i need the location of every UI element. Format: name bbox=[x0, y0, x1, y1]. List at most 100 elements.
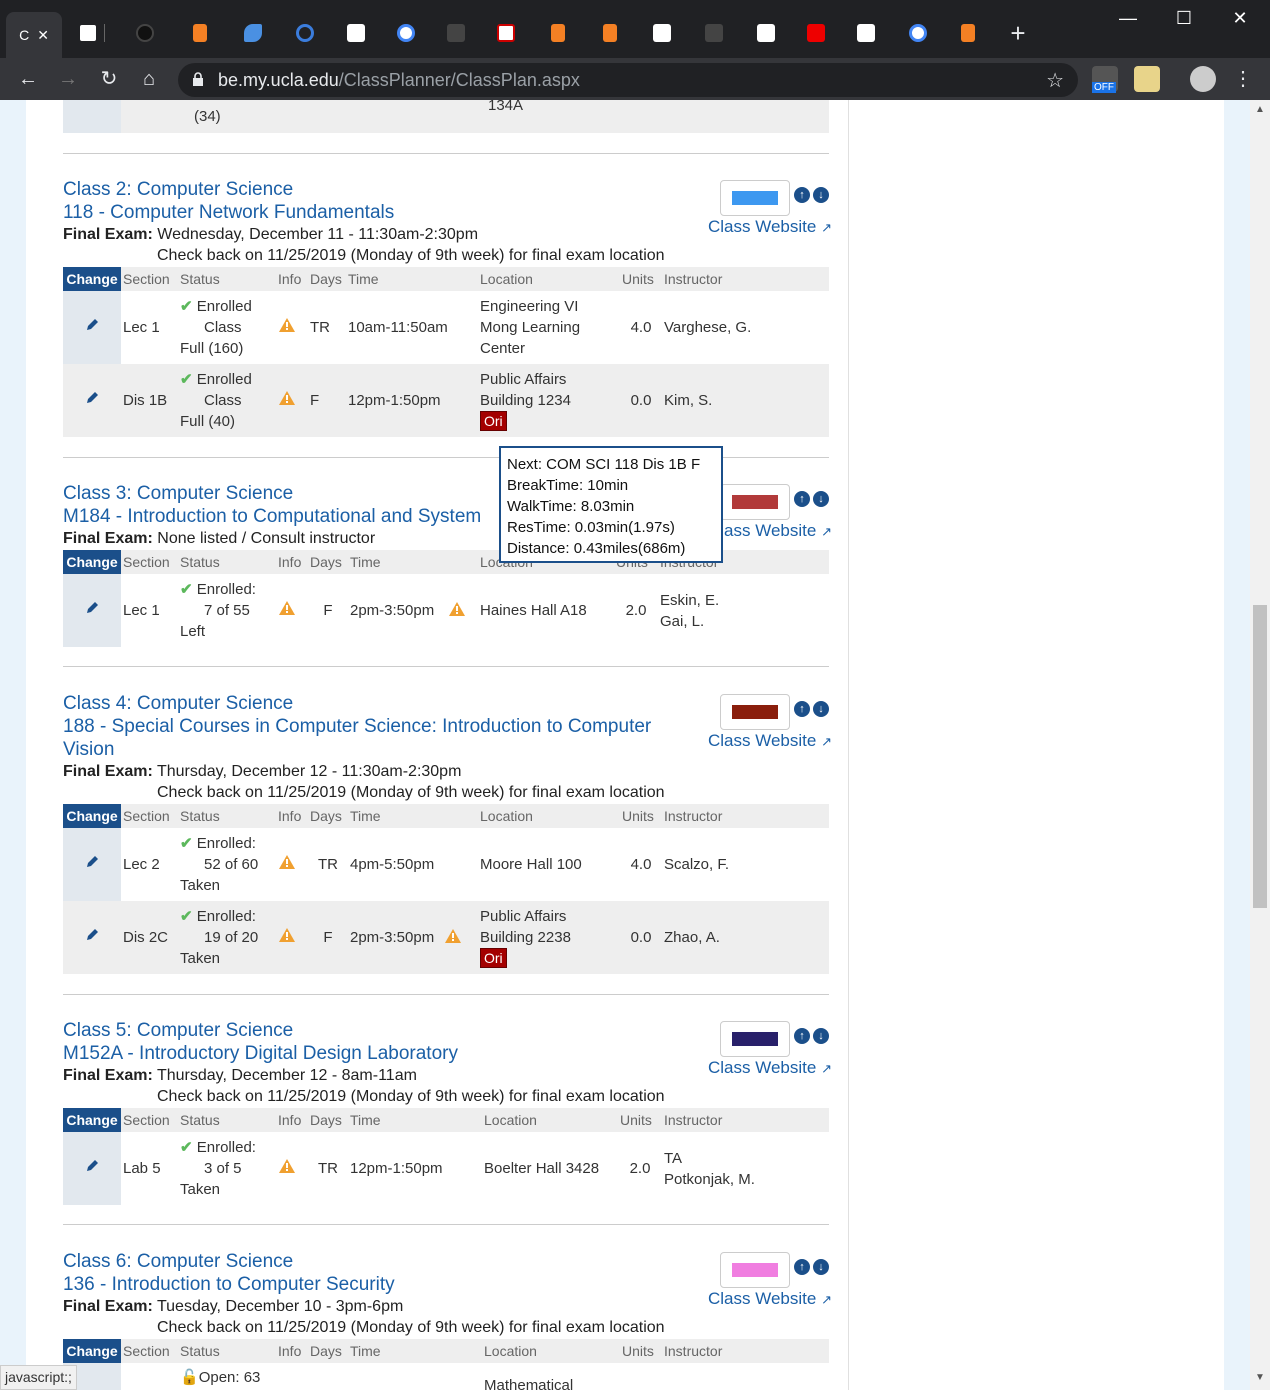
external-link-icon: ↗ bbox=[821, 734, 832, 749]
move-up-icon[interactable]: ↑ bbox=[794, 701, 810, 717]
move-down-icon[interactable]: ↓ bbox=[813, 701, 829, 717]
extension-off-icon[interactable]: OFF bbox=[1092, 66, 1118, 93]
scrollbar-thumb[interactable] bbox=[1253, 605, 1267, 908]
tab-10[interactable] bbox=[482, 14, 530, 52]
scroll-up-icon[interactable]: ▲ bbox=[1255, 104, 1265, 115]
units-cell: 0.0 bbox=[620, 901, 662, 974]
tab-18[interactable] bbox=[894, 14, 942, 52]
color-picker-button[interactable] bbox=[720, 694, 790, 730]
move-up-icon[interactable]: ↑ bbox=[794, 491, 810, 507]
section-link[interactable]: Lec 2 bbox=[121, 828, 178, 901]
tab-16[interactable] bbox=[792, 14, 840, 52]
tab-6[interactable] bbox=[280, 14, 330, 52]
page-scrollbar[interactable]: ▲ ▼ bbox=[1250, 100, 1270, 1390]
check-icon: ✔ bbox=[180, 581, 193, 598]
tab-3[interactable] bbox=[120, 14, 170, 52]
final-label: Final Exam: bbox=[63, 1067, 153, 1084]
warning-icon[interactable] bbox=[278, 317, 296, 333]
ori-button[interactable]: Ori bbox=[480, 411, 507, 431]
warning-icon[interactable] bbox=[278, 1158, 296, 1174]
warning-icon[interactable] bbox=[278, 390, 296, 406]
move-down-icon[interactable]: ↓ bbox=[813, 1028, 829, 1044]
warning-icon[interactable] bbox=[448, 601, 466, 617]
pencil-edit-icon[interactable] bbox=[85, 318, 99, 332]
class-website-link[interactable]: Class Website ↗ bbox=[708, 1289, 832, 1309]
section-link[interactable]: Lab 5 bbox=[121, 1132, 178, 1205]
app-icon bbox=[857, 24, 875, 42]
class-website-link[interactable]: Class Website ↗ bbox=[708, 217, 832, 237]
pencil-edit-icon[interactable] bbox=[85, 601, 99, 615]
google-icon bbox=[397, 24, 415, 42]
scroll-down-icon[interactable]: ▼ bbox=[1255, 1372, 1265, 1383]
maximize-button[interactable]: ☐ bbox=[1164, 8, 1204, 29]
location-header: Location bbox=[482, 1108, 618, 1132]
location-cell: Haines Hall A18 bbox=[480, 602, 587, 619]
color-picker-button[interactable] bbox=[720, 180, 790, 216]
reload-button[interactable]: ↻ bbox=[96, 66, 122, 92]
tab-close-icon[interactable]: ✕ bbox=[37, 27, 49, 44]
color-picker-button[interactable] bbox=[720, 1021, 790, 1057]
profile-avatar[interactable] bbox=[1190, 66, 1216, 92]
warning-icon[interactable] bbox=[278, 927, 296, 943]
color-picker-button[interactable] bbox=[720, 1252, 790, 1288]
home-button[interactable]: ⌂ bbox=[136, 66, 162, 92]
warning-icon[interactable] bbox=[444, 928, 462, 944]
partial-row: (34) 134A bbox=[63, 100, 829, 133]
move-down-icon[interactable]: ↓ bbox=[813, 187, 829, 203]
tab-15[interactable] bbox=[742, 14, 790, 52]
tab-13[interactable] bbox=[638, 14, 686, 52]
forward-button[interactable]: → bbox=[55, 66, 81, 92]
tab-11[interactable] bbox=[534, 14, 582, 52]
class-heading[interactable]: Class 5: Computer Science bbox=[63, 1019, 829, 1042]
tab-5[interactable] bbox=[228, 14, 278, 52]
class-website-link[interactable]: Class Website ↗ bbox=[708, 521, 832, 541]
color-picker-button[interactable] bbox=[720, 484, 790, 520]
tab-active[interactable]: C ✕ bbox=[6, 12, 62, 58]
final-label: Final Exam: bbox=[63, 226, 153, 243]
tab-9[interactable] bbox=[432, 14, 480, 52]
check-icon: ✔ bbox=[180, 908, 193, 925]
tab-12[interactable] bbox=[586, 14, 634, 52]
class-website-link[interactable]: Class Website ↗ bbox=[708, 731, 832, 751]
section-link[interactable]: Lec 1 bbox=[121, 574, 178, 647]
tab-8[interactable] bbox=[382, 14, 430, 52]
minimize-button[interactable]: — bbox=[1108, 8, 1148, 29]
new-tab-button[interactable]: + bbox=[1000, 14, 1036, 52]
tab-4[interactable] bbox=[174, 14, 226, 52]
tab-17[interactable] bbox=[842, 14, 890, 52]
location-cell: Moore Hall 100 bbox=[480, 856, 582, 873]
close-window-button[interactable]: ✕ bbox=[1220, 8, 1260, 29]
class-heading[interactable]: Class 2: Computer Science bbox=[63, 178, 829, 201]
pencil-edit-icon[interactable] bbox=[85, 855, 99, 869]
pencil-edit-icon[interactable] bbox=[85, 391, 99, 405]
warning-icon[interactable] bbox=[278, 600, 296, 616]
class-heading[interactable]: Class 4: Computer Science bbox=[63, 692, 829, 715]
move-up-icon[interactable]: ↑ bbox=[794, 187, 810, 203]
class-heading[interactable]: Class 6: Computer Science bbox=[63, 1250, 829, 1273]
tab-2[interactable] bbox=[66, 14, 118, 52]
bookmark-star-icon[interactable]: ☆ bbox=[1046, 68, 1064, 93]
section-link[interactable]: Lec 1 bbox=[121, 291, 178, 364]
move-down-icon[interactable]: ↓ bbox=[813, 491, 829, 507]
days-header: Days bbox=[308, 804, 348, 828]
ori-button[interactable]: Ori bbox=[480, 948, 507, 968]
move-up-icon[interactable]: ↑ bbox=[794, 1028, 810, 1044]
section-link[interactable]: Dis 1B bbox=[121, 364, 178, 437]
section-link[interactable]: Dis 2C bbox=[121, 901, 178, 974]
table-row: Lec 2 ✔ Enrolled: 52 of 60 Taken TR 4pm-5:… bbox=[63, 828, 829, 901]
tab-14[interactable] bbox=[690, 14, 738, 52]
menu-icon[interactable]: ⋮ bbox=[1230, 66, 1256, 92]
tab-7[interactable] bbox=[332, 14, 380, 52]
pencil-edit-icon[interactable] bbox=[85, 1159, 99, 1173]
warning-icon[interactable] bbox=[278, 854, 296, 870]
tab-19[interactable] bbox=[944, 14, 992, 52]
external-link-icon: ↗ bbox=[821, 1061, 832, 1076]
class-website-link[interactable]: Class Website ↗ bbox=[708, 1058, 832, 1078]
pencil-edit-icon[interactable] bbox=[85, 928, 99, 942]
extension-notes-icon[interactable] bbox=[1134, 66, 1160, 92]
table-row: Lec 1 ✔ Enrolled Class Full (160) TR 10am-… bbox=[63, 291, 829, 364]
address-bar[interactable]: be.my.ucla.edu/ClassPlanner/ClassPlan.as… bbox=[178, 63, 1078, 97]
move-down-icon[interactable]: ↓ bbox=[813, 1259, 829, 1275]
back-button[interactable]: ← bbox=[15, 66, 41, 92]
move-up-icon[interactable]: ↑ bbox=[794, 1259, 810, 1275]
